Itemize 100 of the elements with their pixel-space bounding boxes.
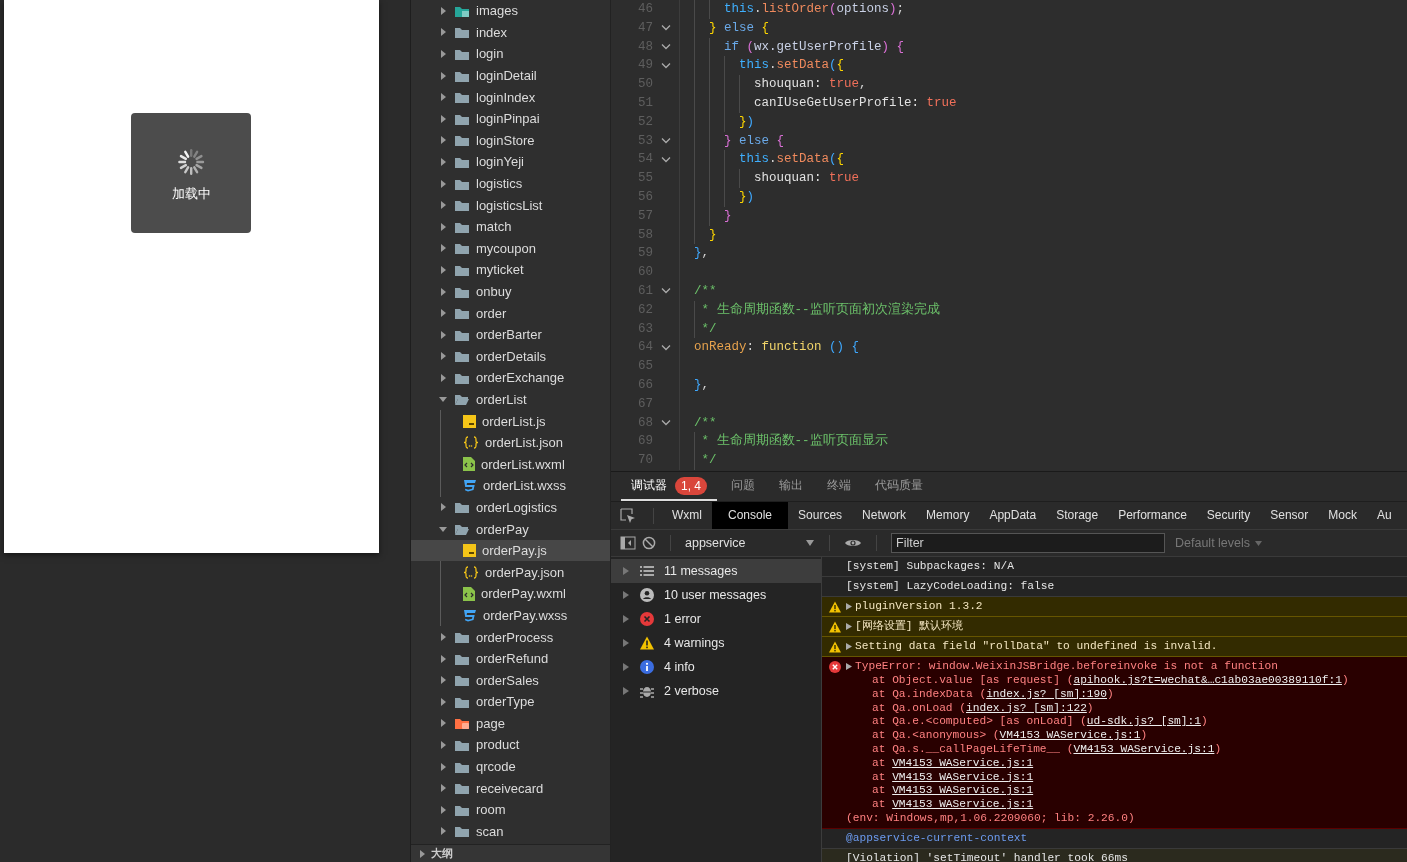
file-link[interactable]: ud-sdk.js? [sm]:1 bbox=[1086, 715, 1201, 728]
devtools-tab[interactable]: Wxml bbox=[662, 502, 712, 529]
file-link[interactable]: index.js? [sm]:122 bbox=[966, 701, 1087, 714]
file-link[interactable]: VM4153 WAService.js:1 bbox=[892, 798, 1034, 811]
devtools-tab[interactable]: Storage bbox=[1046, 502, 1109, 529]
tree-item[interactable]: loginPinpai bbox=[411, 107, 610, 130]
stack-frame: at Qa.onLoad (index.js? [sm]:122) bbox=[822, 701, 1407, 716]
tree-item[interactable]: loginDetail bbox=[411, 64, 610, 87]
eye-icon[interactable] bbox=[844, 537, 862, 549]
expand-caret-icon[interactable] bbox=[845, 662, 853, 671]
file-link[interactable]: apihook.js?t=wechat&…c1ab03ae00389110f:1 bbox=[1073, 674, 1342, 686]
count-badge: 1, 4 bbox=[675, 476, 707, 495]
context-dropdown[interactable]: appservice bbox=[685, 536, 815, 550]
folder-icon bbox=[454, 133, 470, 148]
devtools-tab[interactable]: Mock bbox=[1318, 502, 1367, 529]
tree-item[interactable]: loginIndex bbox=[411, 86, 610, 108]
fold-chevron-icon[interactable] bbox=[661, 343, 671, 352]
tree-item[interactable]: orderProcess bbox=[411, 626, 610, 648]
tree-item[interactable]: orderSales bbox=[411, 669, 610, 691]
file-link[interactable]: VM4153 WAService.js:1 bbox=[892, 770, 1034, 783]
tree-item[interactable]: logisticsList bbox=[411, 194, 610, 216]
fold-chevron-icon[interactable] bbox=[661, 24, 671, 33]
tree-item[interactable]: orderExchange bbox=[411, 367, 610, 389]
message-filter-item[interactable]: 4 info bbox=[611, 655, 821, 679]
outline-section-header[interactable]: 大纲 bbox=[411, 844, 610, 862]
fold-chevron-icon[interactable] bbox=[661, 136, 671, 145]
tree-item[interactable]: orderDetails bbox=[411, 345, 610, 368]
tree-item[interactable]: scan bbox=[411, 820, 610, 843]
tree-item[interactable]: orderType bbox=[411, 691, 610, 713]
devtools-tab[interactable]: AppData bbox=[979, 502, 1047, 529]
context-link[interactable]: @appservice-current-context bbox=[846, 830, 1028, 846]
fold-chevron-icon[interactable] bbox=[661, 43, 671, 51]
tree-item[interactable]: product bbox=[411, 734, 610, 756]
tree-item[interactable]: loginYeji bbox=[411, 151, 610, 173]
tree-item[interactable]: orderPay.js bbox=[411, 539, 610, 562]
devtools-tab[interactable]: Memory bbox=[916, 502, 980, 529]
tree-item[interactable]: qrcode bbox=[411, 755, 610, 778]
devtools-tab[interactable]: Security bbox=[1196, 502, 1261, 529]
folder-icon bbox=[454, 781, 470, 796]
message-text: [system] LazyCodeLoading: false bbox=[846, 579, 1055, 594]
tree-item[interactable]: order bbox=[411, 302, 610, 324]
panel-tab[interactable]: 问题 bbox=[721, 472, 765, 501]
file-link[interactable]: index.js? [sm]:190 bbox=[986, 687, 1107, 700]
error-icon bbox=[640, 612, 654, 626]
tree-item[interactable]: orderList.js bbox=[411, 410, 610, 432]
tree-item[interactable]: login bbox=[411, 43, 610, 65]
expand-caret-icon[interactable] bbox=[845, 622, 853, 631]
tree-item[interactable]: orderBarter bbox=[411, 323, 610, 346]
tree-item[interactable]: page bbox=[411, 712, 610, 735]
tree-item[interactable]: orderRefund bbox=[411, 647, 610, 670]
file-link[interactable]: VM4153 WAService.js:1 bbox=[892, 756, 1034, 769]
tree-item[interactable]: orderList bbox=[411, 388, 610, 411]
tree-item[interactable]: index bbox=[411, 21, 610, 44]
tree-item[interactable]: room bbox=[411, 798, 610, 821]
filter-field[interactable]: Filter bbox=[891, 533, 1165, 553]
tree-item[interactable]: orderList.json bbox=[411, 431, 610, 454]
panel-tab[interactable]: 终端 bbox=[817, 472, 861, 501]
message-filter-item[interactable]: 4 warnings bbox=[611, 631, 821, 655]
inspect-element-icon[interactable] bbox=[619, 506, 637, 525]
fold-chevron-icon[interactable] bbox=[661, 287, 671, 296]
tree-item[interactable]: receivecard bbox=[411, 777, 610, 799]
tree-item[interactable]: match bbox=[411, 215, 610, 238]
fold-chevron-icon[interactable] bbox=[661, 61, 671, 70]
tree-item[interactable]: orderLogistics bbox=[411, 496, 610, 519]
tree-item[interactable]: orderPay.wxss bbox=[411, 604, 610, 627]
tree-item[interactable]: orderPay.wxml bbox=[411, 583, 610, 605]
user-icon bbox=[640, 588, 654, 602]
devtools-tab[interactable]: Performance bbox=[1108, 502, 1197, 529]
folder-icon bbox=[454, 25, 470, 40]
tree-item[interactable]: logistics bbox=[411, 172, 610, 195]
message-filter-item[interactable]: 1 error bbox=[611, 607, 821, 631]
tree-item[interactable]: onbuy bbox=[411, 280, 610, 303]
message-filter-item[interactable]: 11 messages bbox=[611, 559, 821, 583]
expand-caret-icon[interactable] bbox=[845, 642, 853, 651]
devtools-tab[interactable]: Network bbox=[852, 502, 917, 529]
tree-item[interactable]: loginStore bbox=[411, 129, 610, 152]
devtools-tab[interactable]: Sensor bbox=[1260, 502, 1319, 529]
fold-chevron-icon[interactable] bbox=[661, 155, 671, 164]
file-link[interactable]: VM4153 WAService.js:1 bbox=[999, 729, 1141, 742]
devtools-tab[interactable]: Console bbox=[712, 502, 789, 529]
fold-chevron-icon[interactable] bbox=[661, 418, 671, 427]
panel-tab[interactable]: 输出 bbox=[769, 472, 813, 501]
devtools-tab[interactable]: Sources bbox=[788, 502, 853, 529]
tree-item[interactable]: myticket bbox=[411, 259, 610, 281]
message-filter-item[interactable]: 2 verbose bbox=[611, 679, 821, 703]
panel-tab[interactable]: 代码质量 bbox=[865, 472, 933, 501]
tree-item[interactable]: orderPay bbox=[411, 518, 610, 540]
devtools-tab[interactable]: Au bbox=[1366, 502, 1402, 529]
tree-item[interactable]: orderList.wxss bbox=[411, 475, 610, 497]
expand-caret-icon[interactable] bbox=[845, 602, 853, 611]
sidebar-toggle-icon[interactable] bbox=[620, 536, 636, 550]
message-filter-item[interactable]: 10 user messages bbox=[611, 583, 821, 607]
clear-console-icon[interactable] bbox=[642, 536, 656, 550]
folder-icon bbox=[454, 738, 470, 752]
file-link[interactable]: VM4153 WAService.js:1 bbox=[1073, 743, 1215, 755]
tree-item[interactable]: mycoupon bbox=[411, 237, 610, 260]
tree-item[interactable]: images bbox=[411, 0, 610, 22]
file-link[interactable]: VM4153 WAService.js:1 bbox=[892, 784, 1034, 797]
tree-item[interactable]: orderPay.json bbox=[411, 561, 610, 584]
tree-item[interactable]: orderList.wxml bbox=[411, 453, 610, 476]
